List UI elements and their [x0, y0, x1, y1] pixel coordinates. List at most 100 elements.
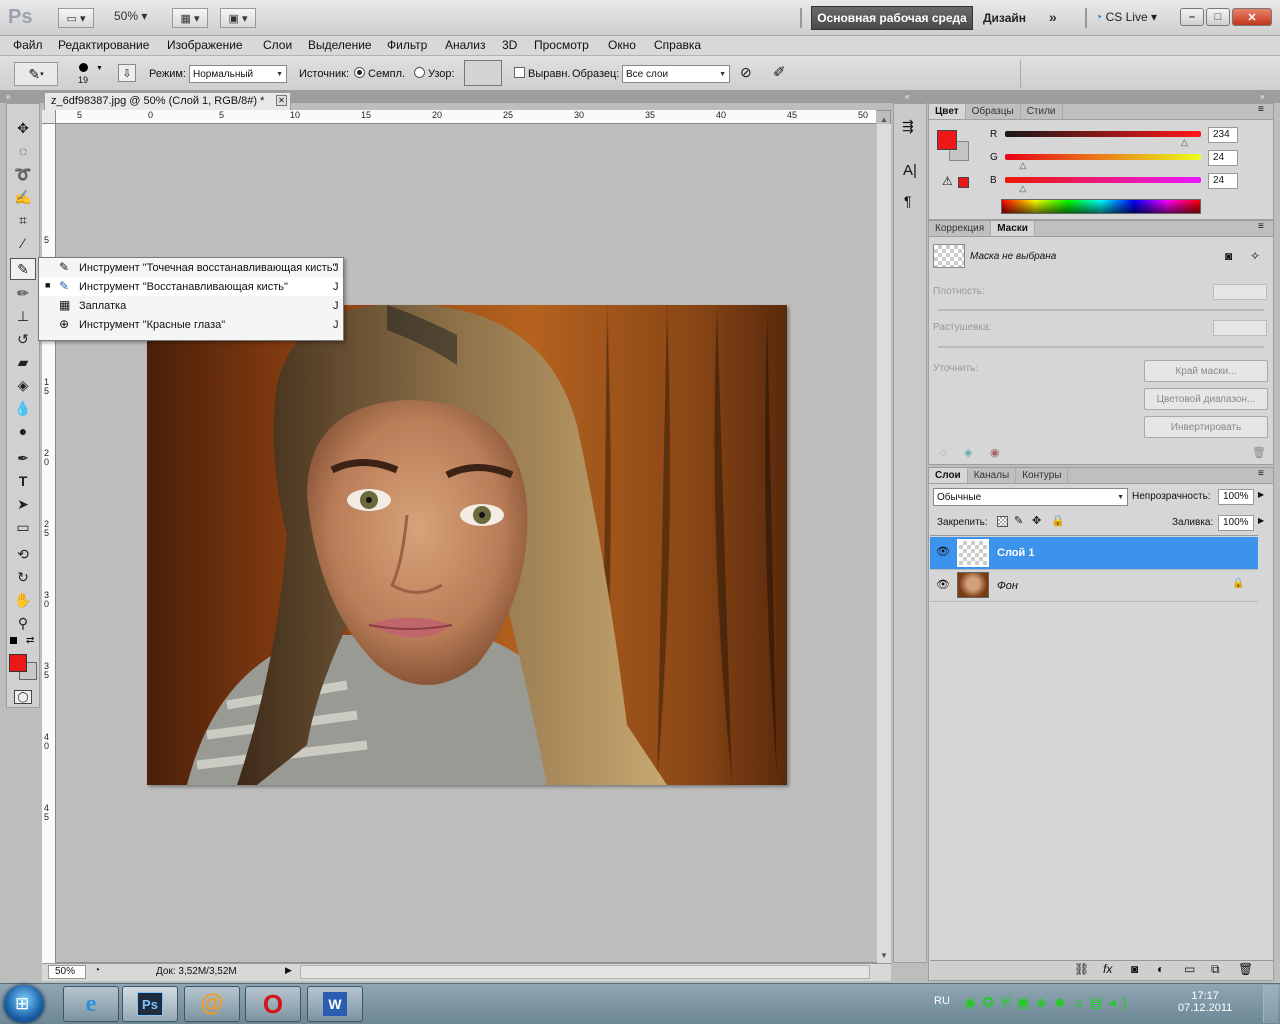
fg-color-swatch[interactable]: [937, 130, 957, 150]
brush-panel-toggle[interactable]: ⇩: [118, 64, 136, 82]
tab-paths[interactable]: Контуры: [1016, 468, 1069, 483]
b-value-field[interactable]: 24: [1208, 173, 1238, 189]
restore-button[interactable]: □: [1206, 8, 1230, 26]
opacity-slider-arrow-icon[interactable]: ▶: [1258, 490, 1264, 499]
status-menu-arrow-icon[interactable]: ▶: [285, 965, 292, 976]
vector-mask-icon[interactable]: ✧: [1250, 249, 1260, 263]
sample-dropdown[interactable]: Все слои: [622, 65, 730, 83]
pixel-mask-icon[interactable]: ◙: [1225, 249, 1232, 263]
sampled-radio[interactable]: [354, 67, 365, 78]
crop-tool-icon[interactable]: ⌗: [10, 209, 36, 231]
flyout-item-patch[interactable]: ▦ Заплатка J: [39, 296, 343, 315]
swap-colors-icon[interactable]: ⇄: [26, 635, 34, 646]
tab-channels[interactable]: Каналы: [968, 468, 1017, 483]
document-tab[interactable]: z_6df98387.jpg @ 50% (Слой 1, RGB/8#) *: [44, 92, 291, 110]
marquee-tool-icon[interactable]: ◌: [10, 140, 36, 162]
menu-view[interactable]: Просмотр: [534, 38, 589, 52]
aligned-checkbox[interactable]: [514, 67, 525, 78]
taskbar-opera-button[interactable]: O: [245, 986, 301, 1022]
menu-3d[interactable]: 3D: [502, 38, 517, 52]
pen-tool-icon[interactable]: ✒: [10, 447, 36, 469]
launch-bridge-button[interactable]: ▭ ▾: [58, 8, 94, 28]
color-range-button[interactable]: Цветовой диапазон...: [1144, 388, 1268, 410]
history-panel-icon[interactable]: ⇶: [902, 118, 914, 135]
eraser-tool-icon[interactable]: ▰: [10, 351, 36, 373]
menu-image[interactable]: Изображение: [167, 38, 243, 52]
brush-tool-icon[interactable]: ✏: [10, 282, 36, 304]
layer-name[interactable]: Фон: [997, 580, 1018, 592]
view-extras-button[interactable]: ▦ ▾: [172, 8, 208, 28]
feather-slider[interactable]: [938, 346, 1264, 348]
vertical-ruler[interactable]: [42, 124, 56, 963]
3d-rotate-tool-icon[interactable]: ⟲: [10, 543, 36, 565]
add-mask-icon[interactable]: ◙: [1131, 962, 1138, 976]
ignore-adjustment-layers-icon[interactable]: ⊘: [740, 64, 752, 81]
tab-masks[interactable]: Маски: [991, 221, 1035, 236]
density-slider[interactable]: [938, 309, 1264, 311]
eyedropper-tool-icon[interactable]: ⁄: [10, 232, 36, 254]
menu-file[interactable]: Файл: [13, 38, 43, 52]
tab-styles[interactable]: Стили: [1021, 104, 1063, 119]
tab-color[interactable]: Цвет: [929, 104, 966, 119]
r-slider[interactable]: [1005, 131, 1201, 137]
blur-tool-icon[interactable]: 💧: [10, 397, 36, 419]
lock-transparency-icon[interactable]: [997, 516, 1008, 527]
dodge-tool-icon[interactable]: ●: [10, 420, 36, 442]
default-colors-icon[interactable]: [10, 637, 17, 644]
apply-mask-icon[interactable]: ◈: [964, 446, 972, 459]
taskbar-clock[interactable]: 17:17 07.12.2011: [1178, 990, 1232, 1014]
pressure-size-icon[interactable]: ✐: [773, 63, 786, 81]
zoom-level-dropdown[interactable]: 50% ▾: [114, 9, 147, 23]
panel-menu-icon[interactable]: ≡: [1258, 221, 1264, 232]
type-tool-icon[interactable]: T: [10, 470, 36, 492]
workspace-essentials-button[interactable]: Основная рабочая среда: [811, 6, 973, 30]
panel-menu-icon[interactable]: ≡: [1258, 468, 1264, 479]
delete-layer-icon[interactable]: 🗑: [1238, 962, 1253, 976]
disable-mask-icon[interactable]: ◉: [990, 446, 1000, 459]
fill-field[interactable]: 100%: [1218, 515, 1254, 531]
b-slider-thumb[interactable]: △: [1019, 183, 1026, 194]
pattern-radio[interactable]: [414, 67, 425, 78]
r-value-field[interactable]: 234: [1208, 127, 1238, 143]
in-gamut-swatch[interactable]: [958, 177, 969, 188]
cs-live-button[interactable]: ◔ CS Live ▾: [1095, 10, 1157, 24]
g-value-field[interactable]: 24: [1208, 150, 1238, 166]
close-button[interactable]: ✕: [1232, 8, 1272, 26]
menu-help[interactable]: Справка: [654, 38, 701, 52]
gamut-warning-icon[interactable]: ⚠: [942, 174, 953, 188]
status-zoom-field[interactable]: 50%: [48, 965, 86, 979]
language-indicator[interactable]: RU: [934, 995, 950, 1007]
quick-selection-tool-icon[interactable]: ✍: [10, 186, 36, 208]
close-tab-icon[interactable]: ✕: [276, 95, 287, 106]
g-slider-thumb[interactable]: △: [1019, 160, 1026, 171]
3d-orbit-tool-icon[interactable]: ↻: [10, 566, 36, 588]
brush-picker[interactable]: ▼ 19: [70, 60, 110, 88]
visibility-eye-icon[interactable]: 👁: [936, 578, 950, 591]
layer-name[interactable]: Слой 1: [997, 547, 1034, 559]
density-field[interactable]: [1213, 284, 1267, 300]
zoom-tool-icon[interactable]: ⚲: [10, 612, 36, 634]
taskbar-word-button[interactable]: W: [307, 986, 363, 1022]
lasso-tool-icon[interactable]: ➰: [10, 163, 36, 185]
lock-pixels-icon[interactable]: ✎: [1014, 514, 1023, 527]
taskbar-ie-button[interactable]: e: [63, 986, 119, 1022]
g-slider[interactable]: [1005, 154, 1201, 160]
layer-style-icon[interactable]: fx: [1103, 962, 1112, 976]
new-group-icon[interactable]: ▭: [1184, 962, 1195, 976]
screen-mode-button[interactable]: ▣ ▾: [220, 8, 256, 28]
flyout-item-spot-healing[interactable]: ✎ Инструмент "Точечная восстанавливающая…: [39, 258, 343, 277]
layer-row-layer1[interactable]: 👁 Слой 1: [930, 537, 1258, 569]
taskbar-mail-button[interactable]: @: [184, 986, 240, 1022]
tray-icons[interactable]: ◉✪⛨▣◈☻♫▤◂): [964, 994, 1133, 1011]
start-button[interactable]: ⊞: [4, 985, 44, 1023]
menu-select[interactable]: Выделение: [308, 38, 372, 52]
horizontal-ruler[interactable]: [42, 110, 876, 124]
scroll-down-icon[interactable]: ▼: [880, 951, 888, 960]
r-slider-thumb[interactable]: △: [1181, 137, 1188, 148]
color-spectrum-bar[interactable]: [1001, 199, 1201, 214]
workspace-design-button[interactable]: Дизайн: [983, 11, 1026, 25]
lock-position-icon[interactable]: ✥: [1032, 514, 1041, 527]
tab-swatches[interactable]: Образцы: [966, 104, 1021, 119]
link-layers-icon[interactable]: ⛓: [1074, 962, 1089, 976]
move-tool-icon[interactable]: ✥: [10, 117, 36, 139]
